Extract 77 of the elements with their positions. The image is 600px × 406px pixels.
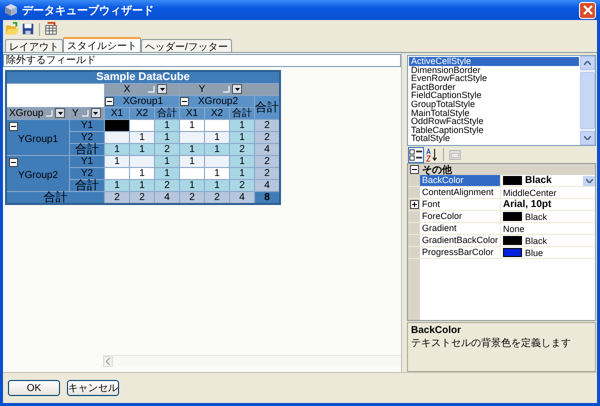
collapse-icon[interactable] [180,96,189,106]
property-name[interactable]: Font [420,199,501,210]
scroll-up-icon[interactable] [584,61,591,65]
dropdown-button[interactable] [157,84,167,94]
save-icon[interactable] [21,22,35,36]
description-text: テキストセルの背景色を定義します [411,336,572,350]
expand-icon[interactable] [410,200,418,209]
sort-icon [80,109,89,118]
dropdown-button[interactable] [583,176,595,186]
scroll-down-icon[interactable] [584,136,591,140]
app-icon [4,3,18,17]
sort-alphabetical-icon[interactable] [425,148,439,162]
property-value: None [503,224,526,234]
excluded-fields-field[interactable]: 除外するフィールド [3,54,401,67]
table-edit-icon[interactable] [44,22,58,36]
property-name[interactable]: BackColor [420,175,501,186]
style-list-item[interactable]: FactBorder [409,82,579,92]
style-list-item[interactable]: TotalStyle [409,134,579,143]
column-group-header: XGroup1 [104,96,180,108]
style-list-item[interactable]: EvenRowFactStyle [409,74,579,83]
tab[interactable]: ヘッダー/フッター [141,39,232,52]
property-name[interactable]: ForeColor [420,211,501,222]
sort-icon [45,109,54,118]
row-group-header: YGroup2 [6,156,70,192]
caret-icon [160,88,164,91]
close-icon [582,5,592,15]
row-header: 合計 [70,144,104,156]
dropdown-button[interactable] [232,84,242,94]
category-label: その他 [422,164,452,176]
sort-icon [222,85,230,94]
style-list-item[interactable]: TableCaptionStyle [409,126,579,134]
field-header[interactable]: Y [180,84,280,96]
style-list-item[interactable]: DimensionBorder [409,66,579,74]
sort-icon [147,85,155,94]
field-header[interactable]: XGroup [6,108,70,120]
caret-icon [586,178,592,182]
property-value: Black [525,212,548,222]
caret-icon [58,112,63,115]
caret-icon [93,112,98,115]
caret-icon [234,88,240,91]
close-button[interactable] [579,2,596,18]
dropdown-button[interactable] [90,108,101,118]
horizontal-scrollbar[interactable] [103,355,401,366]
field-header[interactable]: X [104,84,180,96]
row-header: 合計 [6,192,104,204]
row-group-header: YGroup1 [6,120,70,156]
collapse-icon[interactable] [9,158,18,167]
style-list-item[interactable]: MainTotalStyle [409,108,579,118]
window-title: データキューブウィザード [22,4,155,18]
property-value: Black [525,236,548,246]
collapse-icon[interactable] [410,165,419,174]
property-value: Blue [525,248,544,258]
row-header: 合計 [70,180,104,192]
tab[interactable]: レイアウト [5,39,63,52]
style-list-item[interactable]: FieldCaptionStyle [409,91,579,100]
property-name[interactable]: Gradient [420,223,501,234]
dropdown-button[interactable] [55,108,66,118]
table-caption: Sample DataCube [6,71,280,84]
property-name[interactable]: ProgressBarColor [420,247,501,258]
description-title: BackColor [411,325,462,336]
property-name[interactable]: GradientBackColor [420,235,501,246]
ok-button[interactable]: OK [8,380,60,396]
style-list-item[interactable]: ActiveCellStyle [409,57,579,66]
property-name[interactable]: ContentAlignment [420,187,501,198]
property-value: MiddleCenter [503,188,558,198]
cancel-button[interactable]: キャンセル [67,380,119,396]
style-list-item[interactable]: OddRowFactStyle [409,117,579,126]
property-value: Black [525,175,553,186]
vertical-scrollbar[interactable] [580,56,595,145]
style-list-item[interactable]: GroupTotalStyle [409,100,579,109]
column-group-header: XGroup2 [180,96,254,108]
collapse-icon[interactable] [105,96,114,106]
property-value: Arial, 10pt [503,199,552,210]
categorized-icon[interactable] [409,148,423,162]
tab[interactable]: スタイルシート [63,37,141,52]
collapse-icon[interactable] [9,122,18,131]
column-header: 合計 [254,96,280,120]
